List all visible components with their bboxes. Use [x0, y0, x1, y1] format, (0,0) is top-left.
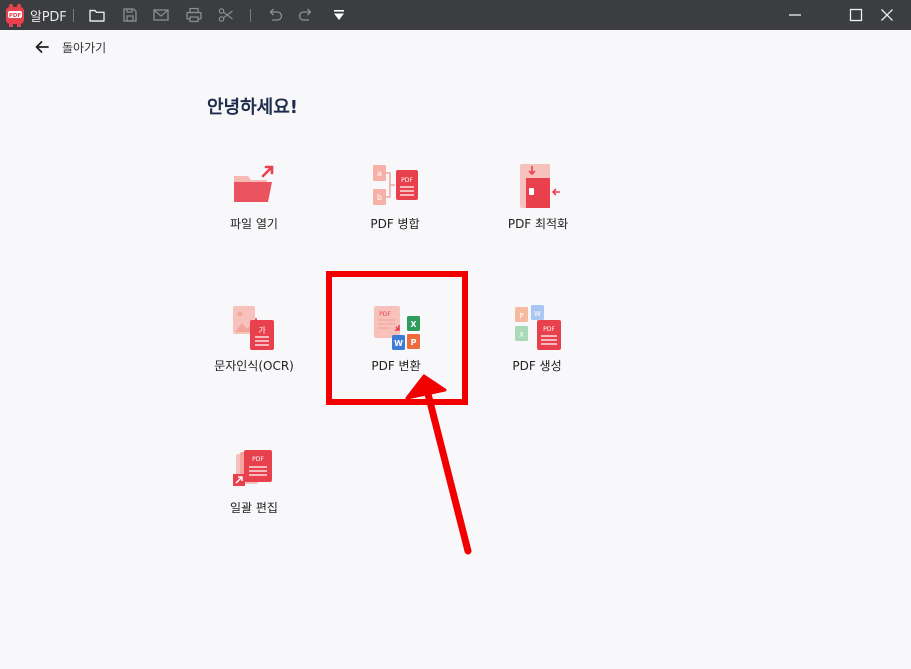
svg-text:PDF: PDF [252, 456, 264, 463]
toolbar-divider [250, 9, 251, 22]
tile-create-pdf[interactable]: P W X PDF PDF 생성 [472, 304, 602, 394]
app-logo-icon: PDF [4, 3, 26, 27]
tile-label: PDF 최적화 [507, 217, 569, 231]
tile-label: 문자인식(OCR) [214, 359, 294, 373]
svg-text:W: W [534, 310, 541, 318]
back-label: 돌아가기 [62, 41, 107, 55]
minimize-button[interactable] [772, 0, 818, 30]
highlight-box [326, 271, 468, 405]
save-icon[interactable] [121, 6, 139, 24]
create-pdf-icon: P W X PDF [513, 304, 561, 352]
mail-icon[interactable] [152, 6, 170, 24]
batch-edit-icon: PDF [230, 446, 278, 494]
app-title: 알PDF [30, 10, 67, 25]
arrow-left-icon [35, 41, 49, 53]
close-icon [881, 9, 893, 21]
svg-text:P: P [519, 312, 523, 320]
undo-icon[interactable] [266, 6, 284, 24]
tile-label: 파일 열기 [230, 217, 278, 231]
tile-merge-pdf[interactable]: a b PDF PDF 병합 [330, 162, 460, 252]
tile-label: PDF 생성 [512, 359, 562, 373]
print-icon[interactable] [185, 6, 203, 24]
merge-pdf-icon: a b PDF [371, 162, 419, 210]
scissors-icon[interactable] [217, 6, 235, 24]
close-button[interactable] [864, 0, 910, 30]
optimize-pdf-icon [514, 162, 562, 210]
toolbar-divider [73, 9, 74, 22]
tile-open-file[interactable]: 파일 열기 [189, 162, 319, 252]
svg-text:가: 가 [258, 326, 266, 335]
folder-icon[interactable] [88, 6, 106, 24]
svg-text:a: a [377, 169, 382, 178]
svg-text:b: b [377, 193, 382, 202]
tile-label: 일괄 편집 [230, 501, 278, 515]
greeting-heading: 안녕하세요! [207, 97, 299, 118]
maximize-icon [849, 8, 863, 22]
tile-optimize-pdf[interactable]: PDF 최적화 [473, 162, 603, 252]
open-file-icon [230, 162, 278, 210]
svg-text:PDF: PDF [401, 177, 413, 184]
title-bar: PDF 알PDF [0, 0, 911, 30]
tile-batch-edit[interactable]: PDF 일괄 편집 [189, 446, 319, 536]
dropdown-icon[interactable] [330, 6, 348, 24]
svg-text:PDF: PDF [543, 326, 555, 333]
minimize-icon [789, 14, 801, 16]
redo-icon[interactable] [297, 6, 315, 24]
svg-text:X: X [519, 331, 524, 339]
svg-text:PDF: PDF [9, 13, 22, 19]
tile-ocr[interactable]: 가 문자인식(OCR) [189, 304, 319, 394]
ocr-icon: 가 [230, 304, 278, 352]
tile-label: PDF 병합 [370, 217, 420, 231]
